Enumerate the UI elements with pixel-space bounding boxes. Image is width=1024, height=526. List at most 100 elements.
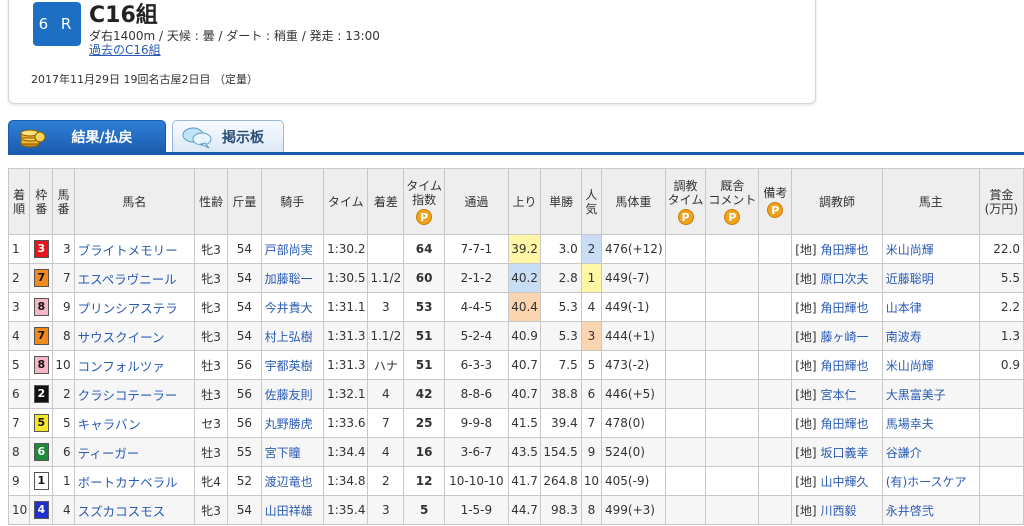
trainer-link[interactable]: 川西毅 bbox=[820, 504, 856, 518]
remarks-cell bbox=[758, 437, 793, 467]
horse-link[interactable]: クラシコテーラー bbox=[78, 388, 178, 403]
horse-link[interactable]: サウスクイーン bbox=[78, 330, 165, 345]
last3f-cell: 40.2 bbox=[507, 263, 542, 293]
premium-badge-icon[interactable]: P bbox=[767, 201, 784, 218]
waku-badge: 1 bbox=[33, 472, 49, 490]
passing-cell: 1-5-9 bbox=[444, 495, 509, 525]
horse-link[interactable]: ティーガー bbox=[78, 446, 140, 461]
popularity-cell: 2 bbox=[580, 234, 603, 264]
jockey-link[interactable]: 山田祥雄 bbox=[265, 504, 313, 518]
time-index-cell: 60 bbox=[403, 263, 445, 293]
popularity-cell: 4 bbox=[580, 292, 603, 322]
time-cell: 1:34.4 bbox=[323, 437, 369, 467]
tab-results-payout[interactable]: 結果/払戻 bbox=[8, 120, 166, 153]
table-row: 10 4 4 スズカコスモス 牝3 54 山田祥雄 1:35.4 3 5 1-5-9 44.7 98.3… bbox=[7, 495, 1024, 525]
trainer-link[interactable]: 原口次夫 bbox=[820, 272, 868, 286]
umaban-cell: 5 bbox=[52, 408, 75, 438]
jockey-link[interactable]: 渡辺竜也 bbox=[265, 475, 313, 489]
owner-link[interactable]: 馬場幸夫 bbox=[886, 417, 934, 431]
jockey-link[interactable]: 村上弘樹 bbox=[265, 330, 313, 344]
jockey-link[interactable]: 佐藤友則 bbox=[265, 388, 313, 402]
prize-cell bbox=[978, 437, 1024, 467]
premium-badge-icon[interactable]: P bbox=[724, 208, 741, 225]
popularity-cell: 3 bbox=[580, 321, 603, 351]
remarks-cell bbox=[758, 263, 793, 293]
table-row: 1 3 3 ブライトメモリー 牝3 54 戸部尚実 1:30.2 64 7-7-1 39.2 3.0 2… bbox=[7, 234, 1024, 264]
odds-cell: 2.8 bbox=[540, 263, 582, 293]
trainer-link[interactable]: 角田輝也 bbox=[820, 359, 868, 373]
jockey-link[interactable]: 加藤聡一 bbox=[265, 272, 313, 286]
rank-cell: 7 bbox=[7, 408, 31, 438]
trainer-link[interactable]: 角田輝也 bbox=[820, 243, 868, 257]
trainer-cell: [地] 角田輝也 bbox=[791, 408, 883, 438]
owner-link[interactable]: 谷謙介 bbox=[886, 446, 922, 460]
prize-cell bbox=[978, 495, 1024, 525]
weight-cell: 54 bbox=[227, 321, 262, 351]
stable-comment-cell bbox=[705, 466, 760, 496]
owner-link[interactable]: 南波寿 bbox=[886, 330, 922, 344]
horse-name-cell: エスペラヴニール bbox=[73, 263, 196, 293]
horse-link[interactable]: エスペラヴニール bbox=[78, 272, 177, 287]
trainer-link[interactable]: 坂口義幸 bbox=[820, 446, 868, 460]
sex-age-cell: 牝3 bbox=[194, 234, 229, 264]
horse-link[interactable]: コンフォルツァ bbox=[78, 359, 165, 374]
popularity-cell: 8 bbox=[580, 495, 603, 525]
col-stable-comment[interactable]: 厩舎 コメント P bbox=[705, 168, 760, 235]
horse-link[interactable]: ブライトメモリー bbox=[78, 243, 178, 258]
body-weight-cell: 478(0) bbox=[601, 408, 666, 438]
horse-link[interactable]: ボートカナベラル bbox=[78, 475, 178, 490]
trainer-region: [地] bbox=[795, 329, 817, 344]
jockey-link[interactable]: 宮下瞳 bbox=[265, 446, 301, 460]
owner-link[interactable]: (有)ホースケア bbox=[886, 475, 967, 489]
horse-name-cell: コンフォルツァ bbox=[73, 350, 196, 380]
owner-link[interactable]: 永井啓弐 bbox=[886, 504, 934, 518]
time-cell: 1:34.8 bbox=[323, 466, 369, 496]
trainer-link[interactable]: 藤ヶ崎一 bbox=[820, 330, 868, 344]
premium-badge-icon[interactable]: P bbox=[416, 208, 433, 225]
col-horse: 馬名 bbox=[73, 168, 196, 235]
horse-link[interactable]: プリンシアステラ bbox=[78, 301, 178, 316]
jockey-cell: 渡辺竜也 bbox=[260, 466, 325, 496]
waku-cell: 8 bbox=[29, 350, 54, 380]
trainer-link[interactable]: 山中輝久 bbox=[820, 475, 868, 489]
trainer-region: [地] bbox=[795, 387, 817, 402]
owner-link[interactable]: 山本律 bbox=[886, 301, 922, 315]
premium-badge-icon[interactable]: P bbox=[677, 208, 694, 225]
jockey-link[interactable]: 丸野勝虎 bbox=[265, 417, 313, 431]
umaban-cell: 4 bbox=[52, 495, 75, 525]
horse-link[interactable]: スズカコスモス bbox=[78, 504, 166, 519]
odds-cell: 98.3 bbox=[540, 495, 582, 525]
last3f-cell: 40.7 bbox=[507, 379, 542, 409]
trainer-link[interactable]: 宮本仁 bbox=[820, 388, 856, 402]
trainer-link[interactable]: 角田輝也 bbox=[820, 417, 868, 431]
jockey-link[interactable]: 戸部尚実 bbox=[265, 243, 313, 257]
owner-link[interactable]: 米山尚輝 bbox=[886, 243, 934, 257]
last3f-cell: 40.9 bbox=[507, 321, 542, 351]
col-rank: 着順 bbox=[7, 168, 31, 235]
owner-link[interactable]: 近藤聡明 bbox=[886, 272, 934, 286]
owner-link[interactable]: 米山尚輝 bbox=[886, 359, 934, 373]
body-weight-cell: 524(0) bbox=[601, 437, 666, 467]
col-owner: 馬主 bbox=[881, 168, 980, 235]
col-time-index[interactable]: タイム 指数 P bbox=[403, 168, 445, 235]
horse-link[interactable]: キャラバン bbox=[78, 417, 141, 432]
jockey-cell: 佐藤友則 bbox=[260, 379, 325, 409]
training-time-cell bbox=[664, 350, 707, 380]
rank-cell: 6 bbox=[7, 379, 31, 409]
stable-comment-cell bbox=[705, 263, 760, 293]
table-row: 8 6 6 ティーガー 牡3 55 宮下瞳 1:34.4 4 16 3-6-7 43.5 154.5 9 5… bbox=[7, 437, 1024, 467]
margin-cell: 1.1/2 bbox=[367, 321, 405, 351]
umaban-cell: 2 bbox=[52, 379, 75, 409]
col-training-time[interactable]: 調教 タイム P bbox=[664, 168, 707, 235]
col-remarks[interactable]: 備考 P bbox=[758, 168, 793, 235]
past-races-link[interactable]: 過去のC16組 bbox=[89, 41, 161, 58]
jockey-link[interactable]: 今井貴大 bbox=[265, 301, 313, 315]
jockey-link[interactable]: 宇都英樹 bbox=[265, 359, 313, 373]
trainer-link[interactable]: 角田輝也 bbox=[820, 301, 868, 315]
prize-cell: 2.2 bbox=[978, 292, 1024, 322]
owner-link[interactable]: 大黒富美子 bbox=[886, 388, 946, 402]
time-index-cell: 51 bbox=[403, 321, 445, 351]
tab-message-board[interactable]: 掲示板 bbox=[172, 120, 284, 153]
horse-name-cell: スズカコスモス bbox=[73, 495, 196, 525]
sex-age-cell: 牡3 bbox=[194, 379, 229, 409]
